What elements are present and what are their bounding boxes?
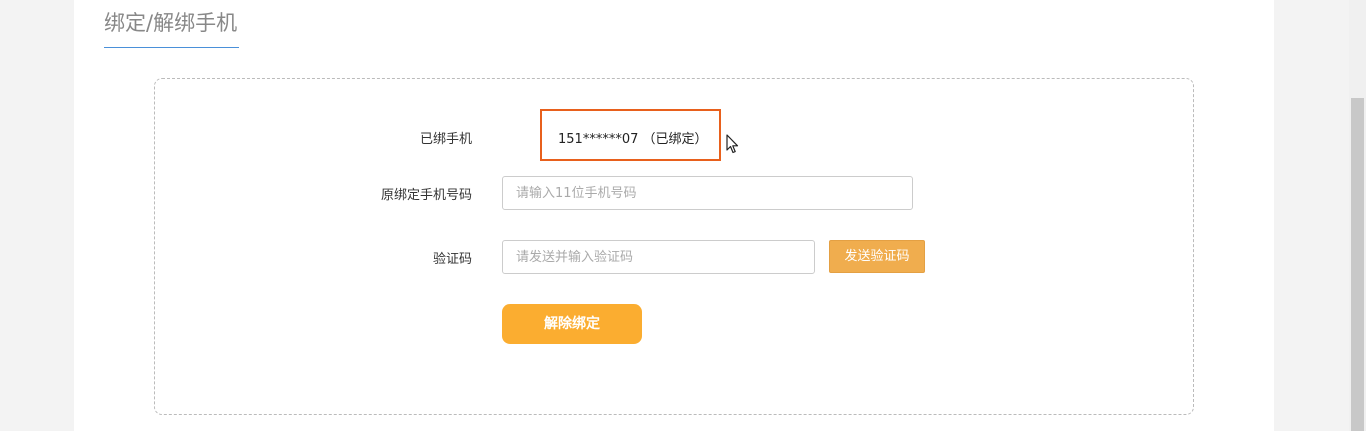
page-container: 绑定/解绑手机 已绑手机 151******07 （已绑定） 原绑定手机号码 验… (74, 0, 1274, 431)
send-code-button[interactable]: 发送验证码 (829, 240, 925, 273)
scrollbar-thumb[interactable] (1351, 98, 1364, 431)
bound-phone-label: 已绑手机 (419, 132, 472, 147)
page-title: 绑定/解绑手机 (104, 10, 240, 48)
code-label: 验证码 (432, 252, 472, 267)
verification-code-input[interactable] (502, 240, 815, 274)
bound-phone-value: 151******07 （已绑定） (558, 132, 708, 147)
mouse-pointer-icon (726, 134, 740, 158)
original-phone-label: 原绑定手机号码 (380, 188, 472, 203)
unbind-phone-panel: 已绑手机 151******07 （已绑定） 原绑定手机号码 验证码 发送验证码… (154, 78, 1194, 415)
original-phone-input[interactable] (502, 176, 913, 210)
unbind-button[interactable]: 解除绑定 (502, 304, 642, 344)
